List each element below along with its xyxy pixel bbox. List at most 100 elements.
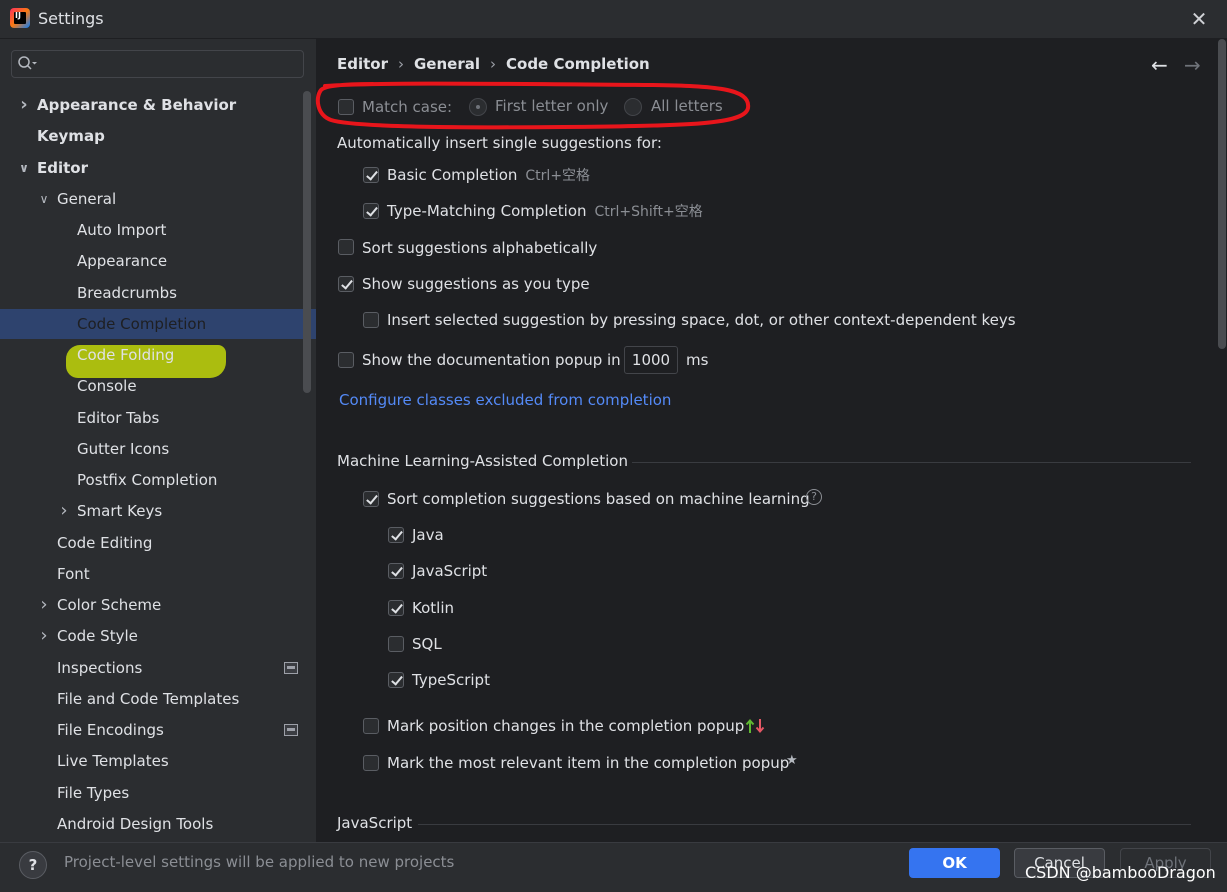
red-circle-annotation [315,81,751,130]
ok-button[interactable]: OK [909,848,1000,878]
sidebar-item-label: Android Design Tools [57,815,214,833]
sort-alphabetically-checkbox[interactable] [338,239,354,255]
sidebar-item-label: General [57,190,117,208]
sidebar-item-label: Auto Import [77,221,167,239]
sidebar-item-code-completion[interactable]: Code Completion [0,309,316,339]
project-level-icon [284,662,298,674]
sidebar-item-label: Breadcrumbs [77,284,177,302]
sidebar-item-label: Appearance & Behavior [37,96,237,114]
project-level-icon [284,724,298,736]
sidebar-item-code-editing[interactable]: Code Editing [0,528,300,558]
insert-selected-checkbox[interactable] [363,312,379,328]
search-icon[interactable] [17,55,37,73]
exclude-classes-link[interactable]: Configure classes excluded from completi… [339,388,671,412]
basic-completion-checkbox[interactable] [363,167,379,183]
help-button[interactable]: ? [19,851,47,879]
ml-java-checkbox[interactable] [388,527,404,543]
sidebar-item-breadcrumbs[interactable]: Breadcrumbs [0,278,300,308]
sidebar-item-general[interactable]: ∨ General [0,184,300,214]
sidebar-item-smart-keys[interactable]: › Smart Keys [0,496,300,526]
ml-typescript-label: TypeScript [412,671,490,689]
shortcut-text: Ctrl+空格 [525,168,591,184]
sidebar-item-label: Code Editing [57,534,153,552]
settings-sidebar: › Appearance & Behavior Keymap ∨ Editor ∨ Gene… [0,39,316,842]
doc-popup-unit: ms [686,351,709,369]
chevron-right-icon[interactable]: › [57,496,71,526]
title-bar: IJ Settings ✕ [0,0,1227,39]
sidebar-item-code-folding[interactable]: Code Folding [0,340,300,370]
sidebar-item-label: Font [57,565,90,583]
sidebar-item-color-scheme[interactable]: › Color Scheme [0,590,300,620]
sidebar-item-appearance-behavior[interactable]: › Appearance & Behavior [0,90,300,120]
search-input[interactable] [11,50,304,78]
sidebar-item-font[interactable]: Font [0,559,300,589]
sidebar-item-label: Console [77,377,137,395]
sidebar-item-postfix-completion[interactable]: Postfix Completion [0,465,300,495]
settings-content: Editor › General › Code Completion ← → Match… [315,39,1227,842]
content-scrollbar[interactable] [1218,39,1226,349]
mark-position-label: Mark position changes in the completion … [387,717,745,735]
mark-position-checkbox[interactable] [363,718,379,734]
sort-ml-label: Sort completion suggestions based on mac… [387,490,810,508]
sidebar-item-editor-tabs[interactable]: Editor Tabs [0,403,300,433]
sidebar-item-live-templates[interactable]: Live Templates [0,746,300,776]
sidebar-item-file-and-code-templates[interactable]: File and Code Templates [0,684,300,714]
ml-typescript-checkbox[interactable] [388,672,404,688]
sidebar-item-editor[interactable]: ∨ Editor [0,153,300,183]
sidebar-item-auto-import[interactable]: Auto Import [0,215,300,245]
help-circle-icon[interactable]: ? [806,489,822,505]
mark-relevant-checkbox[interactable] [363,755,379,771]
doc-popup-label: Show the documentation popup in [362,351,621,369]
chevron-right-icon[interactable]: › [37,590,51,620]
sidebar-item-label: Smart Keys [77,502,163,520]
close-icon[interactable]: ✕ [1188,8,1210,30]
arrow-right-icon[interactable]: → [1184,53,1206,77]
sidebar-item-label: Inspections [57,659,143,677]
sidebar-item-keymap[interactable]: Keymap [0,121,300,151]
window-title: Settings [38,9,104,28]
breadcrumb-item[interactable]: Editor [337,55,388,73]
chevron-right-icon[interactable]: › [37,621,51,651]
chevron-down-icon[interactable]: ∨ [17,153,31,183]
type-matching-checkbox[interactable] [363,203,379,219]
breadcrumb-separator: › [398,55,404,73]
sidebar-item-label: Color Scheme [57,596,162,614]
sidebar-item-appearance[interactable]: Appearance [0,246,300,276]
sidebar-item-inspections[interactable]: Inspections [0,653,300,683]
breadcrumb-item[interactable]: General [414,55,480,73]
arrow-left-icon[interactable]: ← [1151,53,1173,77]
show-as-type-checkbox[interactable] [338,276,354,292]
doc-popup-delay-input[interactable]: 1000 [624,346,678,374]
ml-kotlin-label: Kotlin [412,599,454,617]
sidebar-item-file-encodings[interactable]: File Encodings [0,715,300,745]
sidebar-item-label: File Encodings [57,721,164,739]
sidebar-item-label: Appearance [77,252,168,270]
show-as-type-label: Show suggestions as you type [362,275,590,293]
sidebar-item-gutter-icons[interactable]: Gutter Icons [0,434,300,464]
basic-completion-label: Basic Completion Ctrl+空格 [387,166,591,184]
sidebar-item-label: Live Templates [57,752,169,770]
chevron-down-icon[interactable]: ∨ [37,184,51,214]
sidebar-scrollbar[interactable] [303,91,311,393]
sidebar-item-android-design-tools[interactable]: Android Design Tools [0,809,300,839]
chevron-right-icon[interactable]: › [17,90,31,120]
sidebar-item-label: Code Folding [77,346,175,364]
sidebar-item-file-types[interactable]: File Types [0,778,300,808]
ml-javascript-checkbox[interactable] [388,563,404,579]
doc-popup-checkbox[interactable] [338,352,354,368]
sort-ml-checkbox[interactable] [363,491,379,507]
sort-alphabetically-label: Sort suggestions alphabetically [362,239,598,257]
sidebar-item-label: Code Style [57,627,138,645]
ml-kotlin-checkbox[interactable] [388,600,404,616]
sidebar-item-label: Editor Tabs [77,409,160,427]
star-icon: ★ [786,753,798,768]
shortcut-text: Ctrl+Shift+空格 [594,204,703,220]
dialog-footer: ? Project-level settings will be applied… [0,842,1227,892]
ml-sql-label: SQL [412,635,442,653]
sidebar-item-label: Editor [37,159,88,177]
js-section-title: JavaScript [337,814,413,832]
ml-sql-checkbox[interactable] [388,636,404,652]
sidebar-item-label: Keymap [37,127,105,145]
sidebar-item-code-style[interactable]: › Code Style [0,621,300,651]
sidebar-item-console[interactable]: Console [0,371,300,401]
